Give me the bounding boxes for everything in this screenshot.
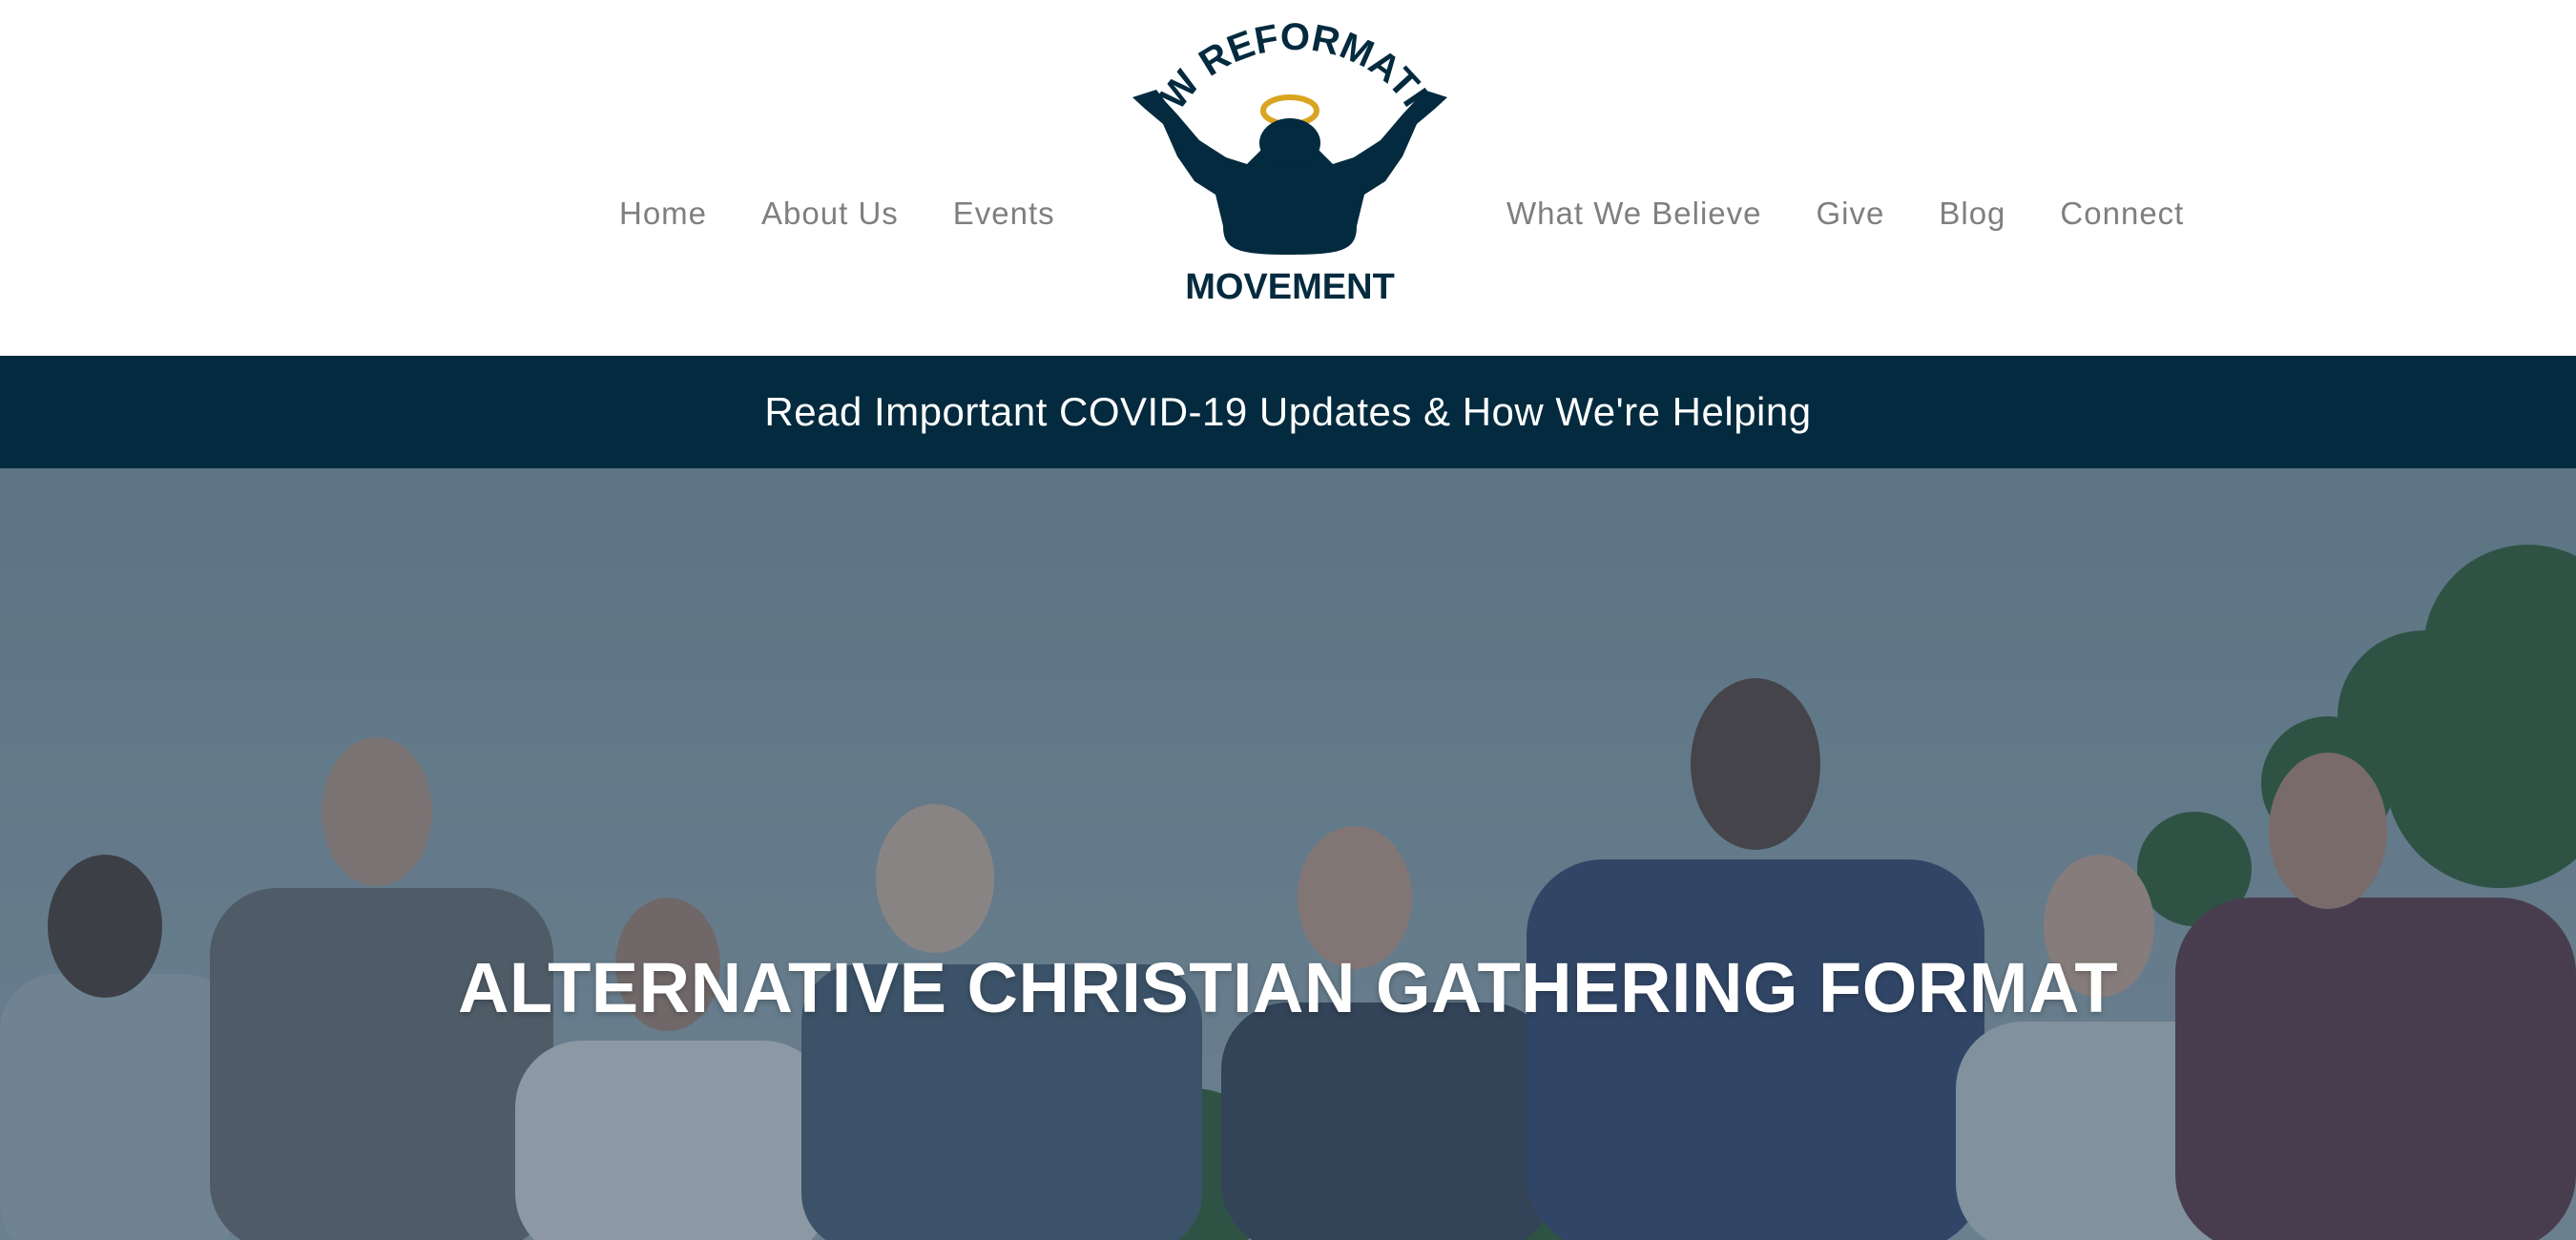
figure-silhouette-icon: [1132, 90, 1447, 255]
nav-connect-link[interactable]: Connect: [2060, 191, 2184, 237]
nav-what-we-believe-link[interactable]: What We Believe: [1506, 191, 1762, 237]
logo-bottom-text: MOVEMENT: [1185, 267, 1395, 307]
nav-left: Home About Us Events: [619, 191, 1055, 237]
hero-title: ALTERNATIVE CHRISTIAN GATHERING FORMAT: [457, 947, 2119, 1027]
nav-home-link[interactable]: Home: [619, 191, 707, 237]
nav-about-us-link[interactable]: About Us: [761, 191, 899, 237]
covid-updates-link[interactable]: Read Important COVID-19 Updates & How We…: [764, 389, 1811, 435]
logo[interactable]: NEW REFORMATION MOVEMENT: [1128, 21, 1452, 307]
nav-right: What We Believe Give Blog Connect: [1506, 191, 2184, 237]
covid-banner: Read Important COVID-19 Updates & How We…: [0, 356, 2576, 468]
logo-arc-text: NEW REFORMATION: [1128, 21, 1436, 117]
site-header: Home About Us Events NEW REFORMATION MOV…: [0, 0, 2576, 356]
hero-section: ALTERNATIVE CHRISTIAN GATHERING FORMAT: [0, 468, 2576, 1240]
hero-image: [0, 468, 2576, 1240]
nav-give-link[interactable]: Give: [1817, 191, 1885, 237]
nav-events-link[interactable]: Events: [953, 191, 1055, 237]
nav-blog-link[interactable]: Blog: [1939, 191, 2005, 237]
